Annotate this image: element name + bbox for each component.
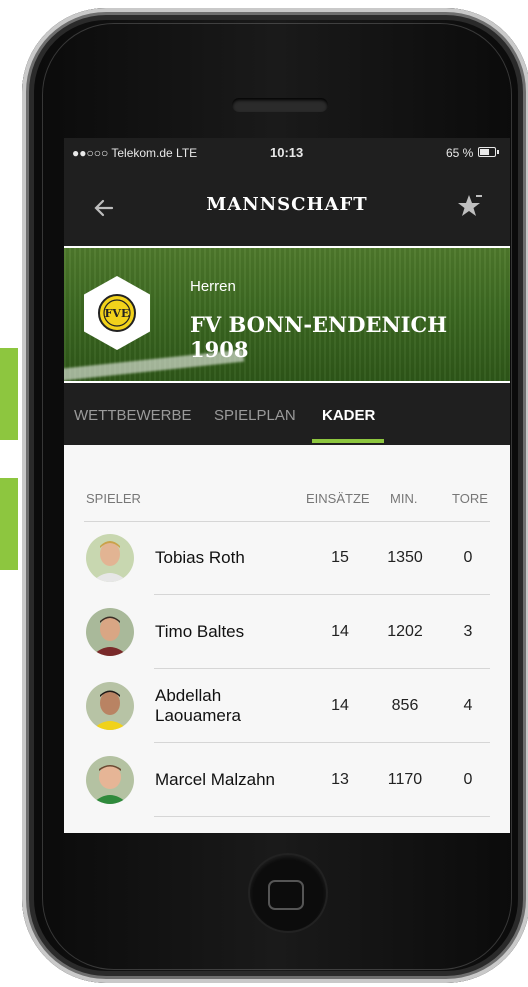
tab-bar: WETTBEWERBE SPIELPLAN KADER — [64, 383, 510, 445]
player-minutes: 1350 — [387, 549, 423, 566]
player-minutes: 1170 — [387, 771, 423, 788]
player-apps: 13 — [331, 771, 349, 788]
player-goals: 4 — [463, 697, 473, 714]
page-title: MANNSCHAFT — [206, 194, 368, 215]
player-minutes: 1202 — [387, 623, 423, 640]
table-row[interactable]: Timo Baltes 14 1202 3 — [84, 595, 490, 669]
player-name: Tobias Roth — [155, 548, 245, 567]
svg-text:FVE: FVE — [105, 307, 130, 320]
player-name: Timo Baltes — [155, 622, 245, 641]
player-goals: 0 — [463, 549, 473, 566]
status-bar: ●●○○○ Telekom.de LTE 10:13 65 % — [64, 138, 510, 164]
column-header-apps[interactable]: EINSÄTZE — [306, 491, 370, 506]
player-name: Marcel Malzahn — [155, 770, 275, 789]
active-tab-indicator — [312, 439, 384, 443]
table-row[interactable]: Tobias Roth 15 1350 0 — [84, 521, 490, 595]
player-goals: 0 — [463, 771, 473, 788]
tab-spielplan[interactable]: SPIELPLAN — [214, 407, 296, 424]
player-name: Abdellah Laouamera — [155, 686, 242, 725]
clock: 10:13 — [270, 145, 304, 160]
tab-kader[interactable]: KADER — [322, 407, 375, 424]
top-nav: MANNSCHAFT — [64, 164, 510, 246]
player-goals: 3 — [463, 623, 473, 640]
avatar — [86, 608, 134, 656]
player-apps: 14 — [331, 623, 349, 640]
avatar — [86, 682, 134, 730]
club-crest-icon: FVE — [98, 294, 136, 332]
star-icon[interactable] — [456, 192, 484, 220]
home-button-icon — [268, 880, 304, 910]
team-category: Herren — [190, 278, 236, 295]
player-apps: 14 — [331, 697, 349, 714]
team-name: FV BONN-ENDENICH 1908 — [190, 312, 448, 362]
player-minutes: 856 — [391, 697, 419, 714]
column-header-goals[interactable]: TORE — [452, 491, 488, 506]
side-accent-bar — [0, 348, 18, 440]
column-header-minutes[interactable]: MIN. — [390, 491, 417, 506]
table-header: SPIELER EINSÄTZE MIN. TORE — [84, 483, 490, 522]
table-row[interactable]: Marcel Malzahn 13 1170 0 — [84, 743, 490, 817]
side-accent-bar — [0, 478, 18, 570]
battery-icon — [478, 147, 499, 157]
battery-percent: 65 % — [446, 146, 474, 160]
avatar — [86, 756, 134, 804]
tab-wettbewerbe[interactable]: WETTBEWERBE — [74, 407, 192, 424]
earpiece-speaker — [232, 98, 328, 112]
avatar — [86, 534, 134, 582]
team-header: FVE Herren FV BONN-ENDENICH 1908 — [64, 246, 510, 383]
player-apps: 15 — [331, 549, 349, 566]
app-screen: ●●○○○ Telekom.de LTE 10:13 65 % MANNSCHA… — [64, 138, 510, 833]
column-header-player[interactable]: SPIELER — [86, 491, 141, 506]
carrier-label: ●●○○○ Telekom.de LTE — [72, 146, 198, 160]
squad-table: SPIELER EINSÄTZE MIN. TORE Tobias Roth 1… — [64, 445, 510, 833]
table-row[interactable]: Abdellah Laouamera 14 856 4 — [84, 669, 490, 743]
